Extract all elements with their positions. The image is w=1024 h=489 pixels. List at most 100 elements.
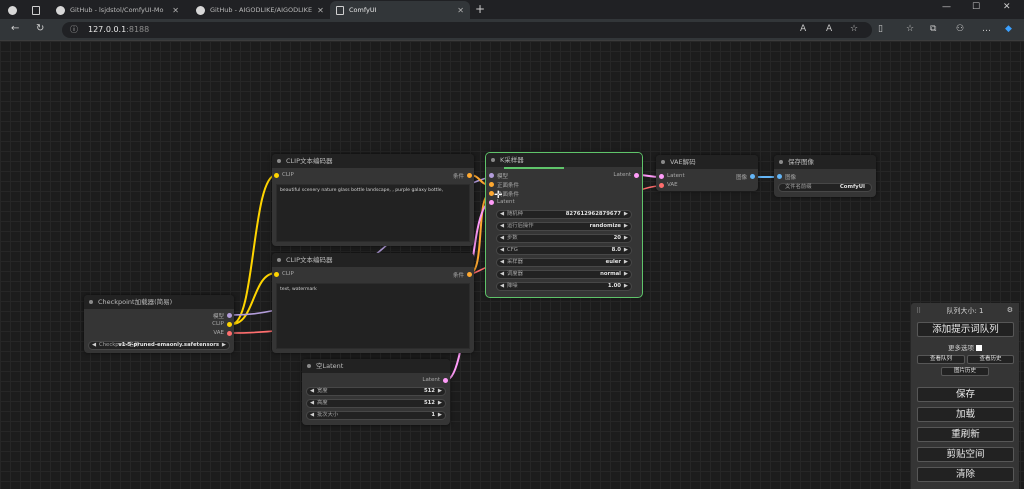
arrow-left-icon[interactable]: ◀ <box>92 342 96 349</box>
output-pin[interactable] <box>443 378 448 383</box>
close-icon[interactable]: ✕ <box>457 6 464 15</box>
refresh-icon[interactable]: ↻ <box>36 23 44 34</box>
more-icon[interactable]: … <box>982 24 991 34</box>
arrow-right-icon[interactable]: ▶ <box>624 223 628 230</box>
arrow-left-icon[interactable]: ◀ <box>500 211 504 218</box>
input-slot-clip[interactable]: CLIP <box>274 271 294 277</box>
node-canvas[interactable]: CLIP文本编码器 CLIP 条件 beautiful scenery natu… <box>0 41 1024 489</box>
close-icon[interactable]: ✕ <box>172 6 179 15</box>
cfg-widget[interactable]: ◀ CFG 8.0 ▶ <box>496 246 632 255</box>
node-title[interactable]: Checkpoint加载器(简易) <box>84 295 234 309</box>
arrow-left-icon[interactable]: ◀ <box>310 388 314 395</box>
view-history-button[interactable]: 查看历史 <box>967 355 1014 364</box>
empty-latent-node[interactable]: 空Latent Latent ◀ 宽度 512 ▶ ◀ 高度 512 ▶ ◀ 批次大小 1 ▶ <box>302 359 450 425</box>
arrow-left-icon[interactable]: ◀ <box>310 400 314 407</box>
arrow-left-icon[interactable]: ◀ <box>310 412 314 419</box>
input-slot-model[interactable]: 模型 <box>489 172 508 180</box>
input-pin[interactable] <box>659 174 664 179</box>
collapse-dot-icon[interactable] <box>661 160 665 164</box>
output-slot-latent[interactable]: Latent <box>422 377 448 383</box>
input-pin[interactable] <box>489 182 494 187</box>
profile-avatar[interactable] <box>2 1 22 19</box>
translate-icon[interactable]: A <box>826 24 832 34</box>
output-pin[interactable] <box>634 173 639 178</box>
output-slot-latent[interactable]: Latent <box>613 172 639 178</box>
tab-comfyui[interactable]: ComfyUI ✕ <box>330 1 470 19</box>
output-slot-conditioning[interactable]: 条件 <box>453 271 472 279</box>
arrow-left-icon[interactable]: ◀ <box>500 223 504 230</box>
node-title[interactable]: 空Latent <box>302 359 450 373</box>
input-slot-vae[interactable]: VAE <box>659 182 678 188</box>
minimize-icon[interactable]: — <box>942 2 951 12</box>
node-title[interactable]: CLIP文本编码器 <box>272 253 474 267</box>
node-title[interactable]: K采样器 <box>486 153 642 167</box>
extensions-icon[interactable]: ⚇ <box>956 24 964 34</box>
output-pin[interactable] <box>467 173 472 178</box>
vae-decode-node[interactable]: VAE解码 Latent VAE 图像 <box>656 155 758 191</box>
gear-icon[interactable]: ⚙ <box>1007 306 1013 314</box>
scheduler-widget[interactable]: ◀ 调度器 normal ▶ <box>496 270 632 279</box>
node-title[interactable]: 保存图像 <box>774 155 876 169</box>
refresh-button[interactable]: 重刷新 <box>917 427 1014 442</box>
prompt-textarea[interactable]: text, watermark <box>276 283 470 349</box>
output-pin[interactable] <box>227 331 232 336</box>
input-pin[interactable] <box>274 173 279 178</box>
ksampler-node[interactable]: K采样器 模型 正面条件 负面条件 Latent Latent ◀ 随机种 8276… <box>485 152 643 298</box>
filename-prefix-widget[interactable]: 文件名前缀 ComfyUI <box>778 183 872 192</box>
queue-prompt-button[interactable]: 添加提示词队列 <box>917 322 1014 337</box>
input-pin[interactable] <box>274 272 279 277</box>
output-pin[interactable] <box>750 174 755 179</box>
arrow-right-icon[interactable]: ▶ <box>624 211 628 218</box>
read-aloud-icon[interactable]: A <box>800 24 806 34</box>
clip-text-encode-positive-node[interactable]: CLIP文本编码器 CLIP 条件 beautiful scenery natu… <box>272 154 474 246</box>
arrow-right-icon[interactable]: ▶ <box>438 388 442 395</box>
collapse-dot-icon[interactable] <box>491 158 495 162</box>
address-bar[interactable]: ⓘ 127.0.0.1:8188 <box>62 22 872 38</box>
output-slot-model[interactable]: 模型 <box>213 312 232 320</box>
tab-github-1[interactable]: GitHub - lsjdstol/ComfyUI-Mo ✕ <box>50 1 185 19</box>
arrow-right-icon[interactable]: ▶ <box>624 247 628 254</box>
arrow-right-icon[interactable]: ▶ <box>624 283 628 290</box>
input-slot-clip[interactable]: CLIP <box>274 172 294 178</box>
tab-actions-button[interactable] <box>26 1 46 19</box>
split-screen-icon[interactable]: ▯ <box>878 24 883 34</box>
load-button[interactable]: 加载 <box>917 407 1014 422</box>
extra-options-toggle[interactable]: 更多选项 <box>911 342 1019 352</box>
image-history-button[interactable]: 图片历史 <box>941 367 989 376</box>
input-slot-image[interactable]: 图像 <box>777 173 796 181</box>
arrow-right-icon[interactable]: ▶ <box>624 235 628 242</box>
output-slot-clip[interactable]: CLIP <box>212 321 232 327</box>
width-widget[interactable]: ◀ 宽度 512 ▶ <box>306 387 446 396</box>
collapse-dot-icon[interactable] <box>89 300 93 304</box>
favorites-icon[interactable]: ☆ <box>906 24 914 34</box>
collapse-dot-icon[interactable] <box>779 160 783 164</box>
output-slot-conditioning[interactable]: 条件 <box>453 172 472 180</box>
output-slot-vae[interactable]: VAE <box>213 330 232 336</box>
clip-text-encode-negative-node[interactable]: CLIP文本编码器 CLIP 条件 text, watermark <box>272 253 474 353</box>
favorite-star-icon[interactable]: ☆ <box>850 24 858 34</box>
arrow-right-icon[interactable]: ▶ <box>222 342 226 349</box>
checkpoint-name-combo[interactable]: ◀ Checkpoint名称 v1-5-pruned-emaonly.safet… <box>88 341 230 350</box>
collections-icon[interactable]: ⧉ <box>930 24 936 34</box>
output-pin[interactable] <box>227 322 232 327</box>
checkpoint-loader-node[interactable]: Checkpoint加载器(简易) 模型 CLIP VAE ◀ Checkpoi… <box>84 295 234 353</box>
new-tab-icon[interactable]: + <box>475 2 485 16</box>
close-icon[interactable]: ✕ <box>317 6 324 15</box>
maximize-icon[interactable]: ☐ <box>972 2 980 12</box>
clear-button[interactable]: 清除 <box>917 467 1014 482</box>
view-queue-button[interactable]: 查看队列 <box>917 355 965 364</box>
close-window-icon[interactable]: ✕ <box>1003 2 1011 12</box>
arrow-left-icon[interactable]: ◀ <box>500 247 504 254</box>
output-pin[interactable] <box>227 313 232 318</box>
input-pin[interactable] <box>659 183 664 188</box>
arrow-left-icon[interactable]: ◀ <box>500 235 504 242</box>
arrow-right-icon[interactable]: ▶ <box>624 259 628 266</box>
prompt-textarea[interactable]: beautiful scenery nature glass bottle la… <box>276 184 470 242</box>
arrow-right-icon[interactable]: ▶ <box>624 271 628 278</box>
height-widget[interactable]: ◀ 高度 512 ▶ <box>306 399 446 408</box>
save-button[interactable]: 保存 <box>917 387 1014 402</box>
collapse-dot-icon[interactable] <box>307 364 311 368</box>
input-pin[interactable] <box>777 174 782 179</box>
input-slot-latent[interactable]: Latent <box>659 173 685 179</box>
back-icon[interactable]: ← <box>11 23 19 34</box>
